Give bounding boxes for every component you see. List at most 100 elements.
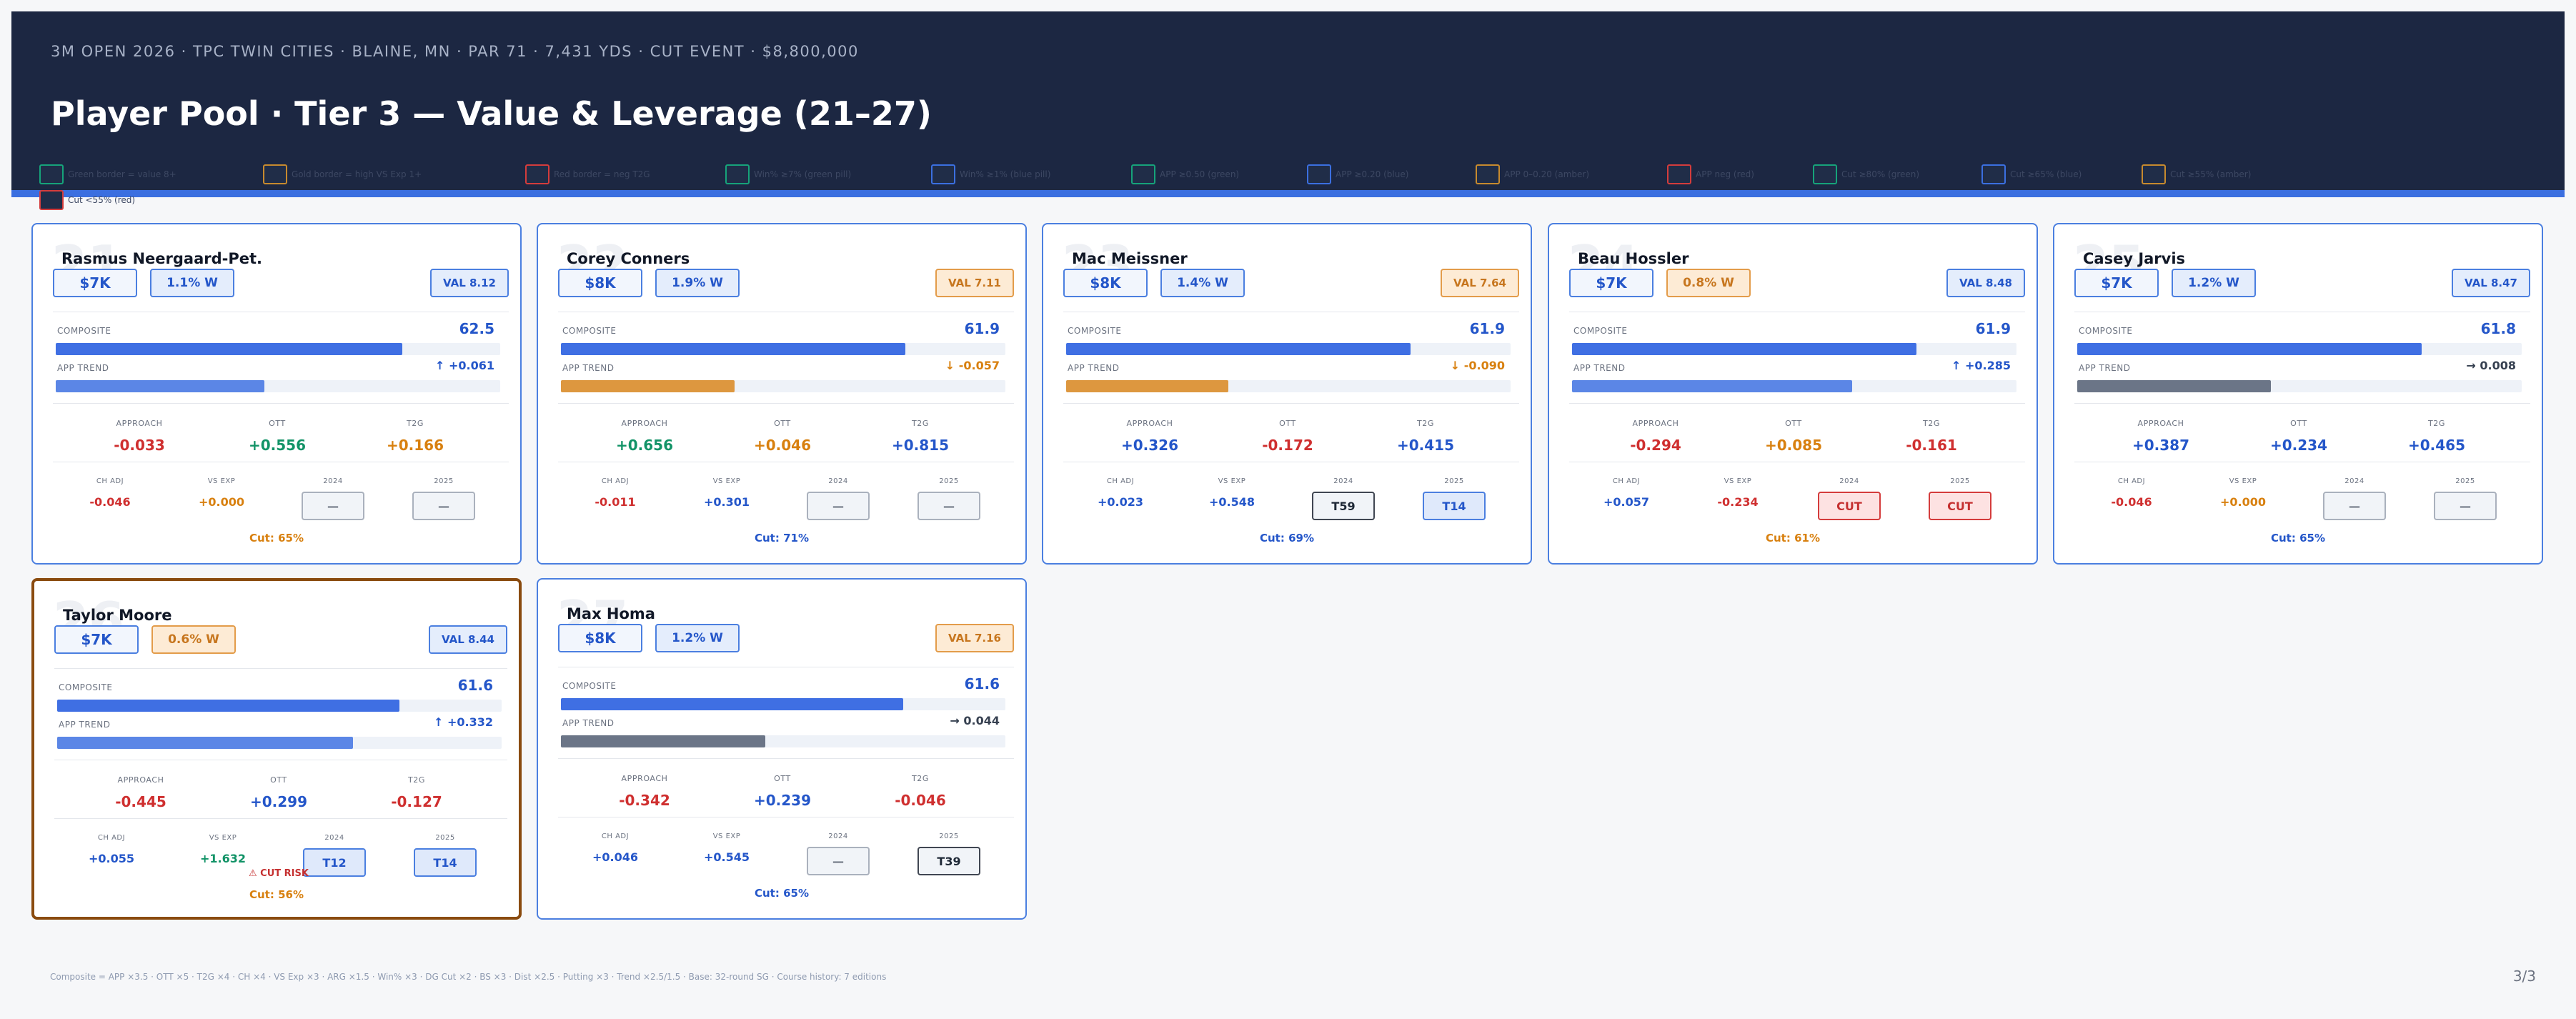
sg-t2g-value: +0.465: [2407, 437, 2466, 454]
ch-adj-value: +0.055: [88, 852, 134, 865]
sg-ott-label: OTT: [1785, 419, 1802, 428]
event-info: 3M OPEN 2026 · TPC TWIN CITIES · BLAINE,…: [51, 43, 859, 60]
sg-ott-stat: OTT +0.299: [207, 775, 350, 810]
year-2025-text: 2025: [1950, 477, 1970, 485]
finish-2024: —: [807, 847, 870, 875]
app-trend-label: APP TREND: [562, 363, 615, 373]
sg-ott-value: +0.239: [753, 792, 812, 809]
salary-chip: $8K: [1063, 269, 1148, 297]
composite-label: COMPOSITE: [1573, 326, 1628, 336]
composite-value: 61.9: [1469, 320, 1505, 337]
ch-adj-value: +0.046: [592, 850, 638, 864]
app-trend-bar-fill: [2077, 380, 2271, 392]
player-card[interactable]: 24 Beau Hossler $7K 0.8% W VAL 8.48 COMPOSITE…: [1548, 223, 2038, 565]
composite-label: COMPOSITE: [2079, 326, 2133, 336]
ch-adj-label: CH ADJ: [96, 477, 124, 485]
vs-exp-value: +0.000: [198, 495, 244, 509]
composite-bar: [2077, 343, 2522, 355]
vs-exp-label: VS EXP: [712, 477, 741, 485]
sg-ott-label: OTT: [774, 419, 791, 428]
sg-approach-value: +0.387: [2132, 437, 2190, 454]
sg-t2g-label: T2G: [911, 774, 930, 783]
legend-swatch: [39, 164, 64, 184]
vs-exp-stat: VS EXP +0.545: [684, 832, 770, 864]
legend-label: Cut ≥55% (amber): [2170, 169, 2252, 179]
legend-item: Win% ≥7% (green pill): [725, 164, 851, 184]
player-name: Mac Meissner: [1072, 250, 1188, 267]
legend-label: Red border = neg T2G: [554, 169, 650, 179]
sg-t2g-label: T2G: [407, 775, 426, 785]
cut-probability: Cut: 65%: [2271, 532, 2325, 545]
legend-label: Cut ≥80% (green): [1841, 169, 1920, 179]
sg-approach-label: APPROACH: [621, 419, 668, 428]
sg-t2g-label: T2G: [1416, 419, 1435, 428]
sg-ott-stat: OTT +0.239: [711, 774, 854, 809]
ch-adj-label: CH ADJ: [1612, 477, 1641, 485]
ch-adj-stat: CH ADJ +0.055: [69, 834, 154, 865]
legend-item: Cut ≥80% (green): [1813, 164, 1919, 184]
sg-t2g-value: -0.046: [895, 792, 946, 809]
sg-t2g-stat: T2G -0.161: [1860, 419, 2003, 454]
vs-exp-value: +0.548: [1208, 495, 1255, 509]
cut-probability: Cut: 69%: [1260, 532, 1314, 545]
composite-value: 61.9: [964, 320, 1000, 337]
sg-approach-label: APPROACH: [2137, 419, 2184, 428]
legend-swatch: [1307, 164, 1331, 184]
sg-t2g-stat: T2G +0.815: [849, 419, 992, 454]
year-2024-text: 2024: [2344, 477, 2364, 485]
footer-note: Composite = APP ×3.5 · OTT ×5 · T2G ×4 ·…: [50, 972, 887, 982]
ch-adj-value: +0.023: [1097, 495, 1143, 509]
ch-adj-value: +0.057: [1603, 495, 1649, 509]
player-card[interactable]: 25 Casey Jarvis $7K 1.2% W VAL 8.47 COMPOSITE…: [2053, 223, 2543, 565]
player-card[interactable]: 23 Mac Meissner $8K 1.4% W VAL 7.64 COMPOSITE…: [1042, 223, 1532, 565]
player-name: Rasmus Neergaard-Pet.: [61, 250, 263, 267]
composite-value: 61.9: [1975, 320, 2011, 337]
player-card[interactable]: 21 Rasmus Neergaard-Pet. $7K 1.1% W VAL 8.12…: [31, 223, 522, 565]
win-pct-chip: 1.9% W: [655, 269, 740, 297]
vs-exp-value: +1.632: [199, 852, 246, 865]
app-trend-bar: [561, 380, 1005, 392]
sg-t2g-value: -0.127: [391, 793, 442, 810]
sg-t2g-label: T2G: [406, 419, 424, 428]
app-trend-label: APP TREND: [1068, 363, 1120, 373]
sg-approach-stat: APPROACH +0.387: [2089, 419, 2232, 454]
ch-adj-label: CH ADJ: [601, 832, 630, 840]
legend-item: APP ≥0.20 (blue): [1307, 164, 1408, 184]
sg-approach-value: -0.033: [114, 437, 165, 454]
legend-label: APP 0–0.20 (amber): [1504, 169, 1590, 179]
sg-t2g-stat: T2G -0.046: [849, 774, 992, 809]
sg-t2g-stat: T2G -0.127: [345, 775, 488, 810]
sg-ott-stat: OTT +0.234: [2227, 419, 2370, 454]
player-card[interactable]: 26 Taylor Moore $7K 0.6% W VAL 8.44 COMPOSITE…: [31, 578, 522, 920]
sg-approach-label: APPROACH: [1126, 419, 1173, 428]
page-number: 3/3: [2512, 968, 2536, 985]
composite-bar: [56, 343, 500, 355]
legend-swatch: [1667, 164, 1691, 184]
value-chip: VAL 7.11: [935, 269, 1014, 297]
year-2024-label: 2024: [795, 477, 881, 485]
finish-2024: CUT: [1818, 492, 1881, 520]
legend-swatch: [1813, 164, 1837, 184]
sg-t2g-stat: T2G +0.415: [1354, 419, 1497, 454]
sg-approach-stat: APPROACH +0.656: [573, 419, 716, 454]
player-card[interactable]: 22 Corey Conners $8K 1.9% W VAL 7.11 COMPOSIT…: [537, 223, 1027, 565]
ch-adj-value: -0.011: [595, 495, 636, 509]
legend-label: Win% ≥7% (green pill): [754, 169, 852, 179]
salary-chip: $7K: [2074, 269, 2159, 297]
app-trend-label: APP TREND: [57, 363, 109, 373]
sg-approach-label: APPROACH: [1632, 419, 1679, 428]
year-2024-text: 2024: [828, 832, 848, 840]
app-trend-label: APP TREND: [1573, 363, 1626, 373]
vs-exp-stat: VS EXP +0.000: [179, 477, 264, 509]
sg-approach-value: -0.445: [115, 793, 166, 810]
year-2024-label: 2024: [292, 834, 377, 842]
player-card[interactable]: 27 Max Homa $8K 1.2% W VAL 7.16 COMPOSITE 61.6…: [537, 578, 1027, 920]
divider: [53, 403, 509, 404]
player-name: Casey Jarvis: [2083, 250, 2186, 267]
vs-exp-label: VS EXP: [209, 834, 237, 842]
sg-ott-label: OTT: [270, 775, 287, 785]
sg-approach-stat: APPROACH -0.294: [1584, 419, 1727, 454]
composite-label: COMPOSITE: [1068, 326, 1122, 336]
sg-t2g-label: T2G: [2427, 419, 2446, 428]
app-trend-bar: [57, 737, 502, 749]
